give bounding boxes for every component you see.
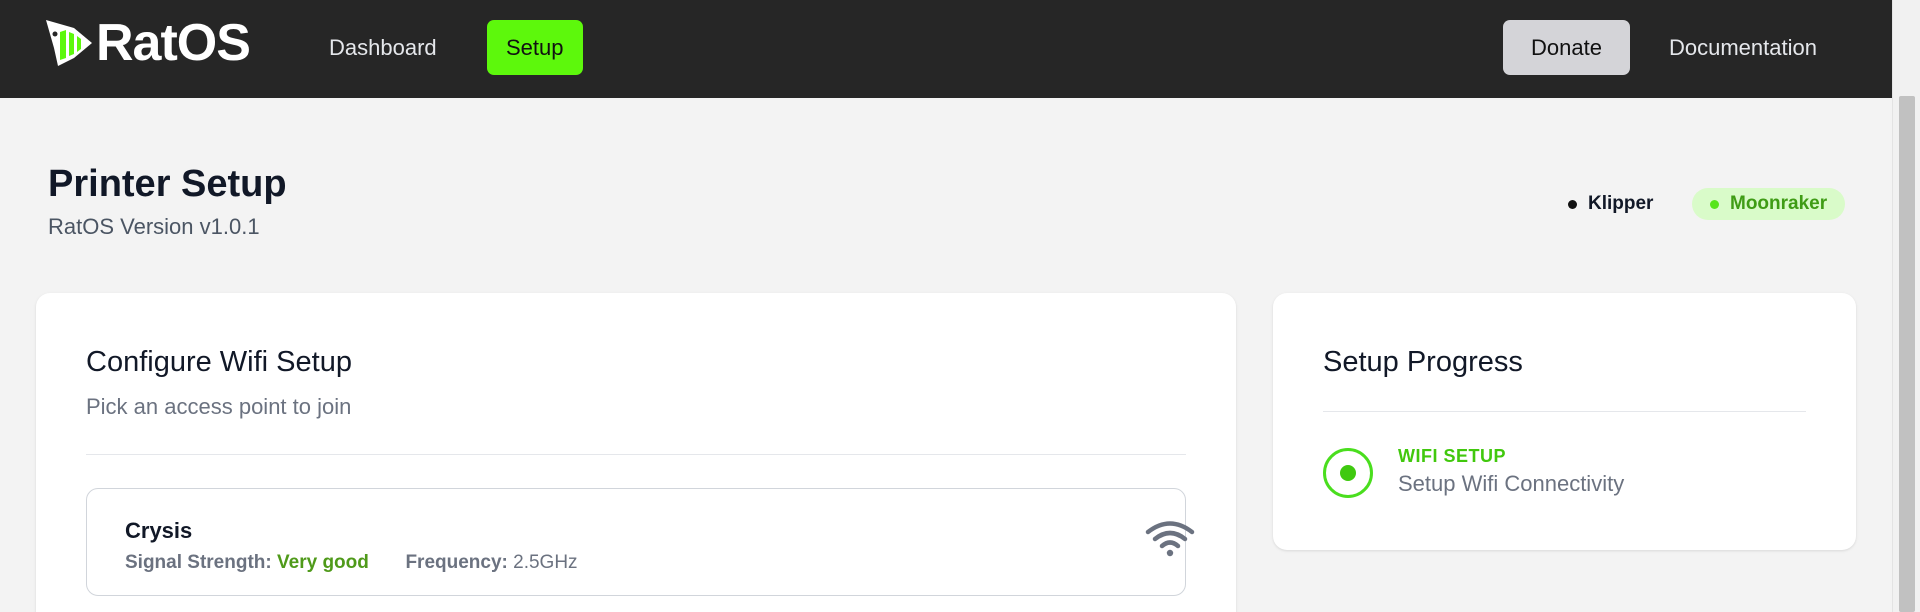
page-title: Printer Setup [48,163,287,205]
frequency-label: Frequency: [405,552,508,573]
moonraker-status-badge: Moonraker [1692,188,1846,220]
frequency-value: 2.5GHz [513,552,578,573]
version-subtitle: RatOS Version v1.0.1 [48,214,260,239]
divider [1323,411,1806,412]
progress-card-title: Setup Progress [1323,346,1523,378]
nav-dashboard-link[interactable]: Dashboard [310,20,456,75]
current-step-indicator-icon [1323,448,1373,498]
scrollbar-thumb[interactable] [1899,96,1915,612]
klipper-status-badge: Klipper [1550,188,1671,220]
top-navigation-bar: RatOS Dashboard Setup Donate Documentati… [0,0,1892,98]
divider [86,454,1186,455]
page-scrollbar[interactable] [1892,0,1920,612]
access-point-item[interactable]: Crysis Signal Strength: Very good Freque… [86,488,1195,596]
status-dot-icon [1568,199,1577,209]
wifi-card-title: Configure Wifi Setup [86,346,352,378]
donate-button[interactable]: Donate [1503,20,1630,75]
rat-logo-icon [46,20,92,66]
wifi-setup-card: Configure Wifi Setup Pick an access poin… [36,293,1236,612]
nav-setup-link[interactable]: Setup [487,20,583,75]
klipper-status-label: Klipper [1588,193,1654,214]
signal-strength-label: Signal Strength: [125,552,272,573]
access-point-name: Crysis [125,518,193,543]
wifi-icon [1145,521,1195,557]
step-name[interactable]: WIFI SETUP [1398,446,1506,467]
setup-progress-card: Setup Progress WIFI SETUP Setup Wifi Con… [1273,293,1856,550]
moonraker-status-label: Moonraker [1730,193,1828,214]
step-description: Setup Wifi Connectivity [1398,471,1625,496]
brand-name: RatOS [96,14,251,72]
status-dot-icon [1710,199,1719,209]
ratos-logo[interactable]: RatOS [44,14,251,72]
nav-documentation-link[interactable]: Documentation [1650,20,1836,75]
wifi-card-subtitle: Pick an access point to join [86,394,352,419]
access-point-meta: Signal Strength: Very good Frequency: 2.… [125,552,578,574]
signal-strength-value: Very good [277,552,369,573]
